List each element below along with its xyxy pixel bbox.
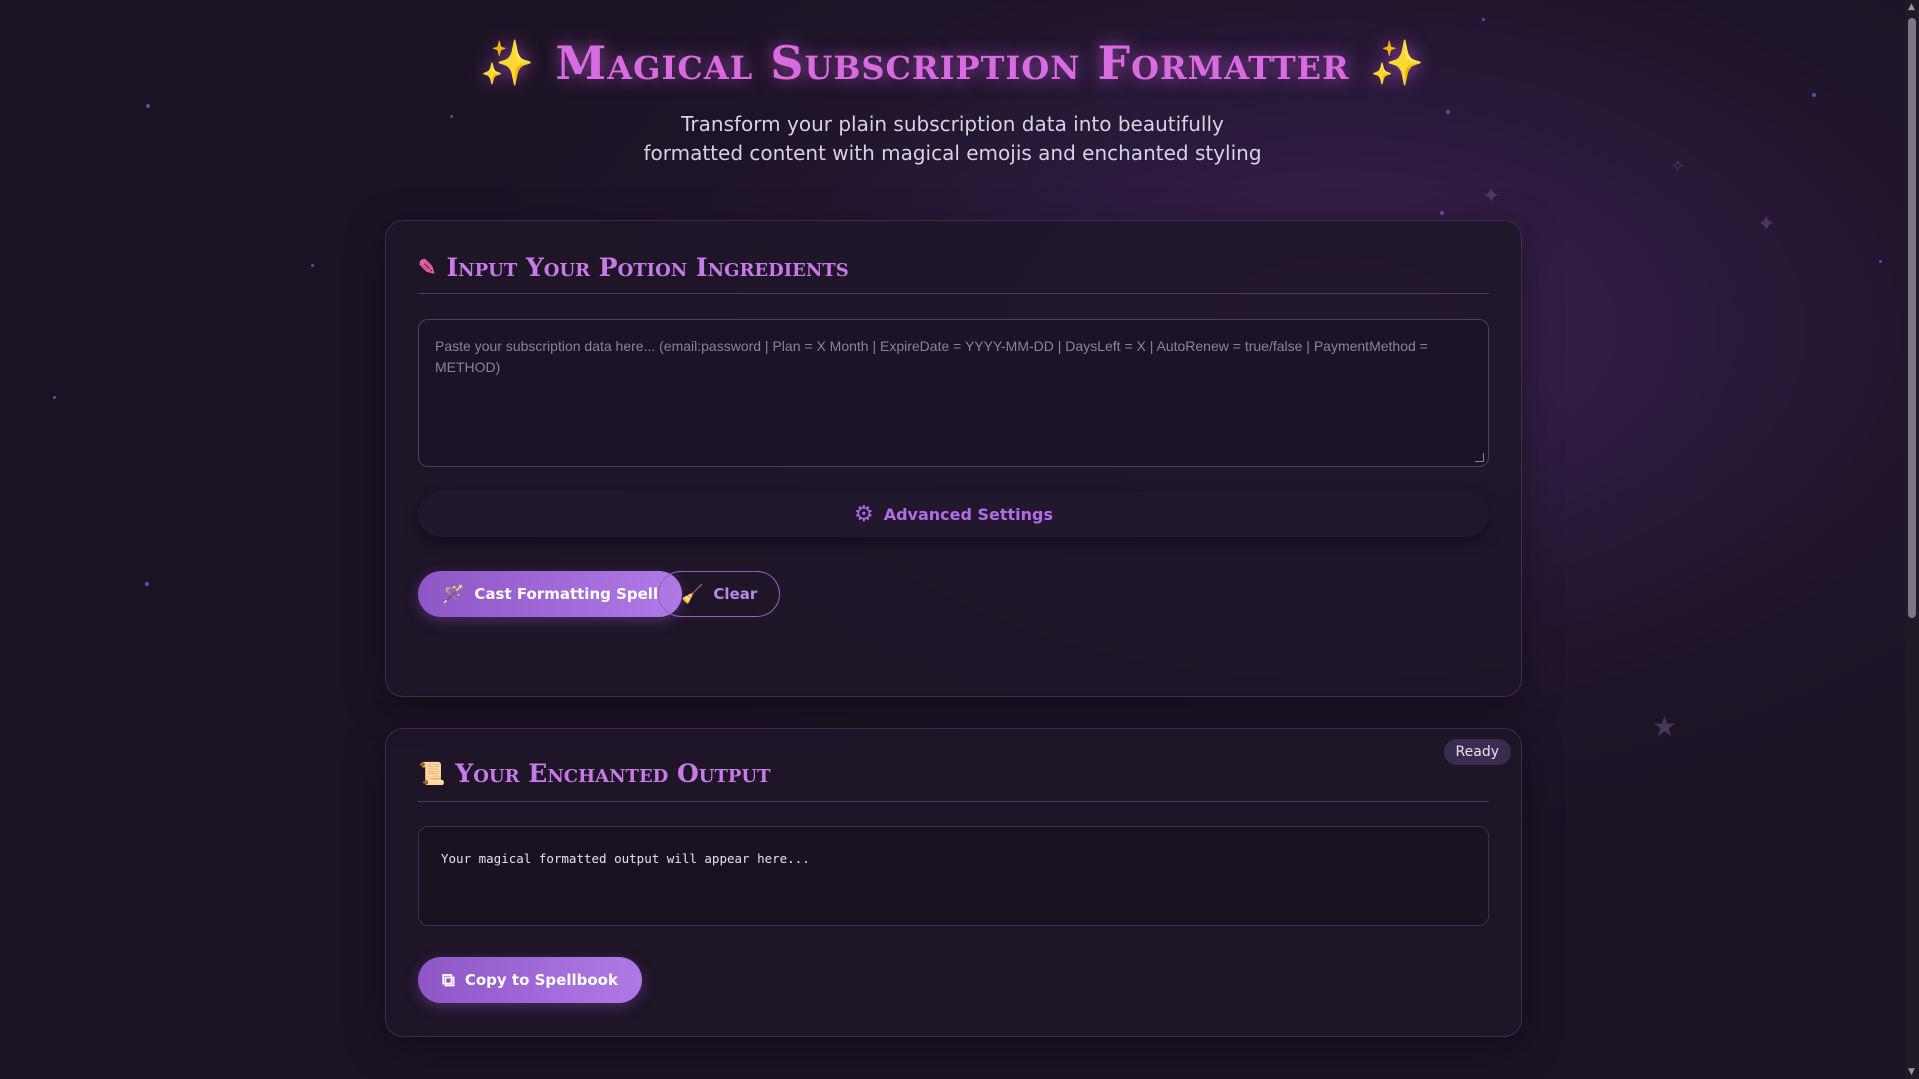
scroll-up-arrow-icon[interactable]: ▲ <box>1908 2 1915 12</box>
copy-to-spellbook-button[interactable]: ⧉ Copy to Spellbook <box>418 957 642 1003</box>
status-badge: Ready <box>1443 739 1511 765</box>
pencil-icon: ✎ <box>418 254 437 281</box>
input-card-title: ✎ Input Your Potion Ingredients <box>418 253 849 282</box>
background-star <box>311 264 314 267</box>
output-card-title: 📜 Your Enchanted Output <box>418 759 770 788</box>
sparkles-icon: ✨ <box>1369 38 1426 89</box>
cast-formatting-spell-button[interactable]: 🪄 Cast Formatting Spell <box>418 571 683 617</box>
input-card: ✎ Input Your Potion Ingredients Paste yo… <box>385 220 1522 697</box>
divider <box>418 801 1489 802</box>
background-sparkle-icon: ✦ <box>1482 184 1501 209</box>
background-sparkle-icon: ✦ <box>1757 212 1776 237</box>
sparkles-icon: ✨ <box>479 38 536 89</box>
page: ✦ ✦ ★ ✧ ✨ Magical Subscription Formatter… <box>0 0 1905 1079</box>
formatted-output[interactable]: Your magical formatted output will appea… <box>418 826 1489 926</box>
formatted-output-placeholder: Your magical formatted output will appea… <box>441 851 810 866</box>
gear-icon: ⚙ <box>853 501 874 527</box>
output-card-title-text: Your Enchanted Output <box>455 759 771 788</box>
background-star <box>53 396 56 399</box>
subscription-data-placeholder: Paste your subscription data here... (em… <box>435 338 1428 375</box>
scrollbar-thumb[interactable] <box>1908 18 1916 618</box>
divider <box>418 293 1489 294</box>
background-star <box>1879 260 1882 263</box>
advanced-settings-toggle[interactable]: ⚙ Advanced Settings <box>418 491 1489 537</box>
magic-wand-icon: 🪄 <box>442 583 465 605</box>
background-star <box>145 582 149 586</box>
cast-formatting-spell-label: Cast Formatting Spell <box>474 585 659 603</box>
advanced-settings-label: Advanced Settings <box>883 504 1054 524</box>
page-title-text: Magical Subscription Formatter <box>555 36 1350 90</box>
background-star <box>1440 211 1444 215</box>
header: ✨ Magical Subscription Formatter ✨ Trans… <box>0 36 1905 168</box>
background-star-icon: ★ <box>1652 710 1678 743</box>
page-subtitle: Transform your plain subscription data i… <box>643 112 1262 165</box>
broom-icon: 🧹 <box>681 583 704 605</box>
output-card: Ready 📜 Your Enchanted Output Your magic… <box>385 728 1522 1037</box>
resize-handle[interactable] <box>1475 453 1484 462</box>
background-star <box>1482 18 1485 21</box>
clear-button[interactable]: 🧹 Clear <box>658 571 781 617</box>
subscription-data-input[interactable]: Paste your subscription data here... (em… <box>418 319 1489 467</box>
page-title: ✨ Magical Subscription Formatter ✨ <box>480 36 1426 90</box>
input-card-title-text: Input Your Potion Ingredients <box>446 253 849 282</box>
scroll-down-arrow-icon[interactable]: ▼ <box>1908 1067 1915 1077</box>
copy-icon: ⧉ <box>442 969 455 991</box>
scroll-icon: 📜 <box>418 760 446 787</box>
clear-button-label: Clear <box>713 585 758 603</box>
page-scrollbar[interactable]: ▲ ▼ <box>1905 0 1919 1079</box>
copy-to-spellbook-label: Copy to Spellbook <box>464 971 618 989</box>
